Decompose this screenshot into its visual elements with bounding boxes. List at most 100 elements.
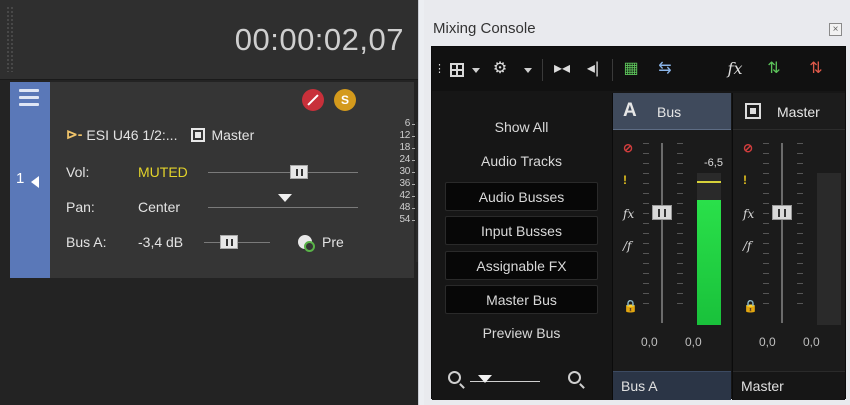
fx-icon[interactable]: fx — [743, 207, 754, 221]
mute-icon[interactable]: ⊘ — [623, 141, 633, 155]
view-master-bus[interactable]: Master Bus — [445, 285, 598, 314]
master-fader-handle[interactable] — [772, 205, 792, 220]
vol-slider-track[interactable] — [208, 172, 358, 173]
mute-icon[interactable] — [302, 89, 324, 111]
meter-scale-tick: 48 — [399, 202, 415, 213]
fader-scale — [797, 143, 803, 313]
master-fader-track[interactable] — [781, 143, 783, 323]
mixing-console-window: Mixing Console × ⋮ ⚙ ▸◂ ◂| ▦ ⇆ fx ⇅ ⇅ Sh… — [424, 0, 850, 405]
track-io-row[interactable]: ⊳- ESI U46 1/2:... Master — [66, 126, 254, 143]
track-meter-scale: 6 12 18 24 30 36 42 48 54 — [380, 118, 416, 268]
solo-icon[interactable]: ! — [623, 173, 627, 187]
lock-icon[interactable]: 🔒 — [623, 299, 638, 313]
send-pre-icon[interactable] — [298, 235, 315, 252]
bus-footer-label[interactable]: Bus A — [613, 371, 731, 400]
meter-scale-tick: 24 — [399, 154, 415, 165]
timecode-display: 00:00:02,07 — [234, 22, 404, 57]
meter-scale-tick: 18 — [399, 142, 415, 153]
bus-letter: A — [623, 100, 637, 121]
chevron-down-icon[interactable] — [524, 68, 532, 73]
grid-icon[interactable] — [450, 63, 464, 77]
vol-slider-handle[interactable] — [290, 165, 308, 179]
timecode-header: 00:00:02,07 — [0, 0, 418, 80]
fx-bypass-icon[interactable]: /f — [743, 239, 751, 253]
bus-level-meter — [697, 173, 721, 325]
bus-a-value[interactable]: -3,4 dB — [138, 234, 183, 250]
view-assignable-fx[interactable]: Assignable FX — [445, 251, 598, 280]
fader-scale — [643, 143, 649, 313]
bus-value-right: 0,0 — [685, 335, 702, 349]
channel-view-list: Show All Audio Tracks Audio Busses Input… — [432, 91, 612, 400]
fader-scale — [763, 143, 769, 313]
toolbar-separator — [542, 59, 543, 81]
view-show-all[interactable]: Show All — [445, 113, 598, 142]
bus-fader-track[interactable] — [661, 143, 663, 323]
audio-track-row[interactable]: 1 S ⊳- ESI U46 1/2:... Master Vol: MUTED… — [10, 82, 419, 278]
bus-a-channel: A Bus ⊘ ! fx /f 🔒 -6,5 0,0 0,0 Bus A — [612, 93, 731, 400]
vol-value[interactable]: MUTED — [138, 164, 188, 180]
bus-a-label: Bus A: — [66, 234, 107, 250]
bus-a-slider-handle[interactable] — [220, 235, 238, 249]
hamburger-menu-icon[interactable] — [19, 89, 39, 110]
master-footer-label[interactable]: Master — [733, 371, 845, 400]
master-title: Master — [777, 104, 820, 120]
master-output-icon — [745, 103, 761, 119]
downmix-icon[interactable]: ⇆ — [654, 59, 676, 79]
master-channel: Master ⊘ ! fx /f 🔒 0,0 0,0 Master — [732, 93, 845, 400]
zoom-in-icon[interactable] — [568, 371, 581, 384]
fx-icon[interactable]: fx — [623, 207, 634, 221]
lock-icon[interactable]: 🔒 — [743, 299, 758, 313]
zoom-control — [444, 369, 604, 391]
bus-channel-header[interactable]: A Bus — [613, 93, 731, 130]
zoom-slider-handle[interactable] — [478, 375, 492, 383]
meter-scale-tick: 6 — [404, 118, 416, 129]
pan-label: Pan: — [66, 199, 95, 215]
master-value-right: 0,0 — [803, 335, 820, 349]
vol-label: Vol: — [66, 164, 90, 180]
gear-icon[interactable]: ⚙ — [490, 59, 510, 79]
toolbar-grip-icon: ⋮ — [434, 63, 445, 75]
solo-icon[interactable]: S — [334, 89, 356, 111]
meter-scale-tick: 54 — [399, 214, 415, 225]
grip-handle-icon[interactable] — [6, 6, 14, 72]
add-channel-icon[interactable]: ⇅ — [762, 59, 786, 79]
view-input-busses[interactable]: Input Busses — [445, 216, 598, 245]
pan-slider-handle[interactable] — [278, 194, 292, 202]
bus-peak-value: -6,5 — [704, 157, 723, 169]
track-number: 1 — [16, 170, 25, 187]
master-channel-header[interactable]: Master — [733, 93, 845, 130]
chevron-down-icon[interactable] — [472, 68, 480, 73]
master-level-meter — [817, 173, 841, 325]
bus-value-left: 0,0 — [641, 335, 658, 349]
pan-slider-track[interactable] — [208, 207, 358, 208]
zoom-out-icon[interactable] — [448, 371, 461, 384]
insert-track-icon[interactable]: ▸◂ — [550, 59, 574, 79]
close-icon[interactable]: × — [829, 23, 842, 36]
track-expand-icon[interactable] — [31, 176, 39, 188]
meter-scale-tick: 36 — [399, 178, 415, 189]
mixer-title: Mixing Console — [433, 20, 536, 37]
io-output-label: Master — [211, 126, 255, 143]
solo-icon[interactable]: ! — [743, 173, 747, 187]
fx-icon[interactable]: fx — [724, 59, 746, 79]
bus-peak-hold — [697, 181, 721, 183]
insert-fx-icon[interactable]: ▦ — [620, 59, 642, 79]
add-channel-red-icon[interactable]: ⇅ — [804, 59, 828, 79]
bus-level-fill — [697, 200, 721, 325]
mixer-toolbar: ⋮ ⚙ ▸◂ ◂| ▦ ⇆ fx ⇅ ⇅ — [432, 47, 845, 91]
pan-value[interactable]: Center — [138, 199, 180, 215]
pre-label: Pre — [322, 234, 344, 250]
master-value-left: 0,0 — [759, 335, 776, 349]
view-audio-busses[interactable]: Audio Busses — [445, 182, 598, 211]
view-audio-tracks[interactable]: Audio Tracks — [445, 147, 598, 176]
app-window: 00:00:02,07 1 S ⊳- ESI U46 1/2:... Maste… — [0, 0, 850, 405]
track-strip[interactable]: 1 — [10, 82, 50, 278]
toolbar-separator — [612, 59, 613, 81]
io-device-label: ESI U46 1/2:... — [86, 126, 178, 143]
view-preview-bus[interactable]: Preview Bus — [445, 319, 598, 348]
fx-bypass-icon[interactable]: /f — [623, 239, 631, 253]
insert-bus-icon[interactable]: ◂| — [582, 59, 604, 79]
mute-icon[interactable]: ⊘ — [743, 141, 753, 155]
meter-scale-tick: 12 — [399, 130, 415, 141]
bus-fader-handle[interactable] — [652, 205, 672, 220]
